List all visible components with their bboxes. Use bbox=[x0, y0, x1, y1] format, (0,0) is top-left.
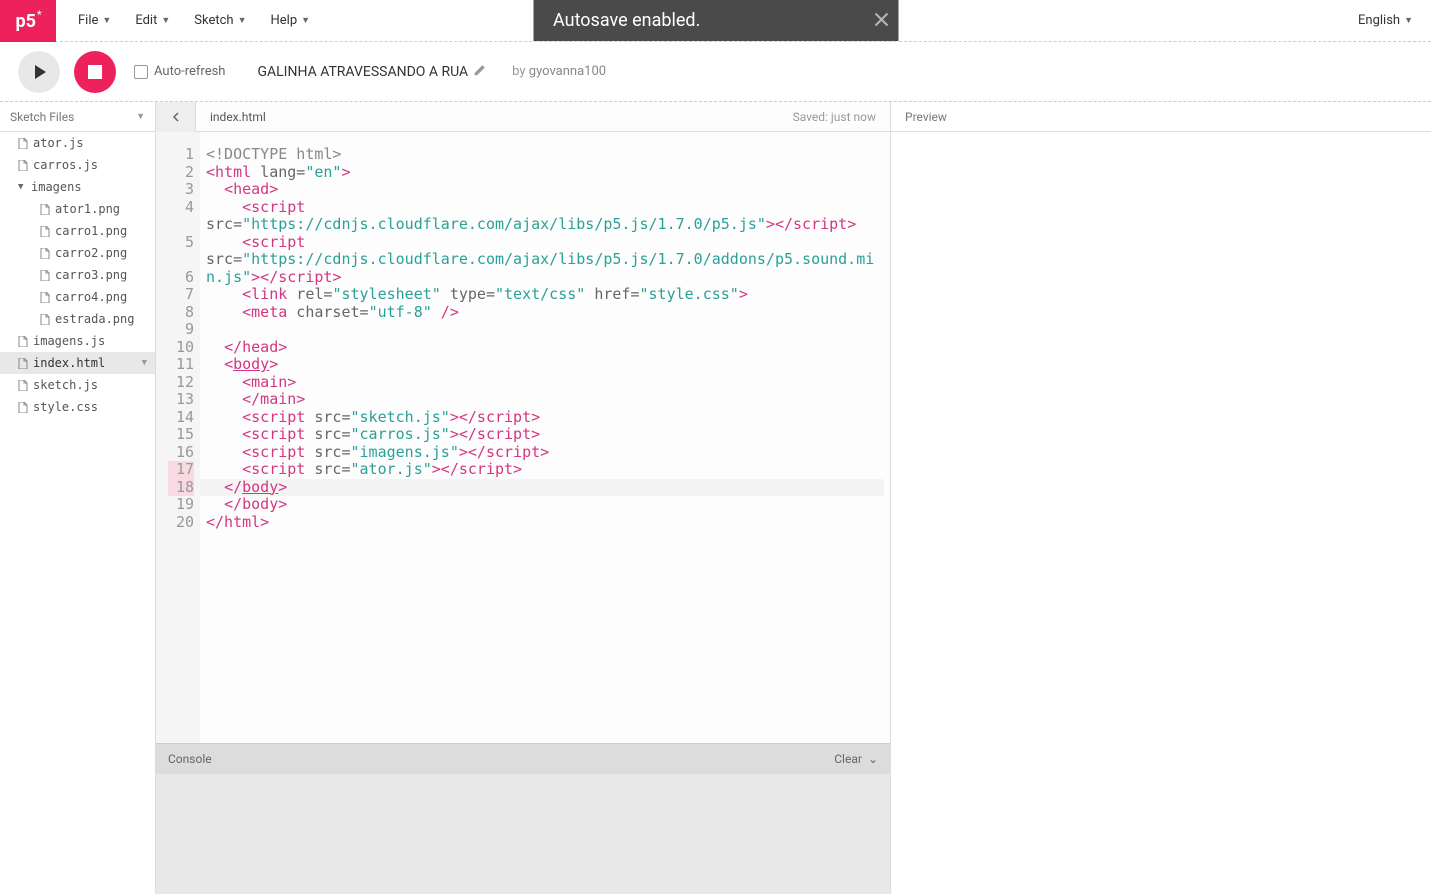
file-name: imagens.js bbox=[33, 334, 105, 348]
menu-items: File▼ Edit▼ Sketch▼ Help▼ bbox=[56, 0, 322, 41]
code-content[interactable]: <!DOCTYPE html><html lang="en"> <head> <… bbox=[200, 132, 890, 743]
p5-logo[interactable]: p5* bbox=[0, 0, 56, 42]
sidebar-header[interactable]: Sketch Files ▼ bbox=[0, 102, 155, 132]
file-name: sketch.js bbox=[33, 378, 98, 392]
caret-down-icon: ▼ bbox=[238, 15, 247, 26]
menu-help[interactable]: Help▼ bbox=[258, 13, 322, 28]
menu-edit[interactable]: Edit▼ bbox=[123, 13, 182, 28]
caret-down-icon[interactable]: ▼ bbox=[136, 111, 145, 122]
chevron-left-icon bbox=[171, 112, 181, 122]
collapse-sidebar-button[interactable] bbox=[156, 102, 196, 132]
file-item[interactable]: carro4.png bbox=[0, 286, 155, 308]
file-name: estrada.png bbox=[55, 312, 134, 326]
file-item[interactable]: ator1.png bbox=[0, 198, 155, 220]
checkbox-icon[interactable] bbox=[134, 65, 148, 79]
play-icon bbox=[32, 64, 48, 80]
file-item[interactable]: imagens.js bbox=[0, 330, 155, 352]
console: Console Clear ⌄ bbox=[156, 743, 890, 894]
file-name: carros.js bbox=[33, 158, 98, 172]
edit-name-button[interactable] bbox=[474, 64, 486, 80]
current-file-tab: index.html bbox=[196, 110, 280, 124]
caret-down-icon: ▼ bbox=[161, 15, 170, 26]
caret-down-icon: ▼ bbox=[18, 182, 26, 192]
file-item[interactable]: sketch.js bbox=[0, 374, 155, 396]
sketch-name: GALINHA ATRAVESSANDO A RUA bbox=[257, 64, 486, 80]
author-link[interactable]: gyovanna100 bbox=[529, 64, 606, 79]
file-item[interactable]: carros.js bbox=[0, 154, 155, 176]
preview-panel: Preview bbox=[891, 102, 1431, 894]
file-name: ator1.png bbox=[55, 202, 120, 216]
toolbar: Auto-refresh GALINHA ATRAVESSANDO A RUA … bbox=[0, 42, 1431, 102]
menubar: p5* File▼ Edit▼ Sketch▼ Help▼ English▼ A… bbox=[0, 0, 1431, 42]
sidebar: Sketch Files ▼ ator.jscarros.js▼imagensa… bbox=[0, 102, 156, 894]
file-name: carro2.png bbox=[55, 246, 127, 260]
play-button[interactable] bbox=[18, 51, 60, 93]
caret-down-icon: ▼ bbox=[102, 15, 111, 26]
chevron-down-icon: ⌄ bbox=[868, 752, 878, 766]
file-item[interactable]: carro1.png bbox=[0, 220, 155, 242]
console-body bbox=[156, 774, 890, 894]
save-status: Saved: just now bbox=[793, 110, 890, 124]
file-list: ator.js carros.js ▼ imagens ator1.png carro1.… bbox=[0, 132, 155, 894]
folder-item[interactable]: ▼ imagens bbox=[0, 176, 155, 198]
editor-tab-bar: index.html Saved: just now bbox=[156, 102, 890, 132]
menu-file[interactable]: File▼ bbox=[66, 13, 123, 28]
line-gutter: 1234567891011121314151617181920 bbox=[156, 132, 200, 743]
file-name: carro4.png bbox=[55, 290, 127, 304]
close-icon[interactable] bbox=[874, 10, 888, 31]
file-item[interactable]: carro2.png bbox=[0, 242, 155, 264]
main-area: Sketch Files ▼ ator.jscarros.js▼imagensa… bbox=[0, 102, 1431, 894]
stop-icon bbox=[88, 65, 102, 79]
file-item[interactable]: index.html ▼ bbox=[0, 352, 155, 374]
file-item[interactable]: style.css bbox=[0, 396, 155, 418]
stop-button[interactable] bbox=[74, 51, 116, 93]
code-editor[interactable]: 1234567891011121314151617181920 <!DOCTYP… bbox=[156, 132, 890, 743]
menu-sketch[interactable]: Sketch▼ bbox=[182, 13, 258, 28]
file-name: imagens bbox=[31, 180, 82, 194]
file-name: style.css bbox=[33, 400, 98, 414]
console-header: Console Clear ⌄ bbox=[156, 744, 890, 774]
auto-refresh-toggle[interactable]: Auto-refresh bbox=[134, 64, 225, 79]
file-name: carro3.png bbox=[55, 268, 127, 282]
file-item[interactable]: ator.js bbox=[0, 132, 155, 154]
editor-area: index.html Saved: just now 1234567891011… bbox=[156, 102, 891, 894]
language-selector[interactable]: English▼ bbox=[1340, 0, 1431, 41]
file-name: ator.js bbox=[33, 136, 84, 150]
autosave-toast: Autosave enabled. bbox=[533, 0, 898, 41]
console-clear-button[interactable]: Clear ⌄ bbox=[834, 752, 878, 766]
file-item[interactable]: estrada.png bbox=[0, 308, 155, 330]
caret-down-icon: ▼ bbox=[301, 15, 310, 26]
file-name: carro1.png bbox=[55, 224, 127, 238]
caret-down-icon: ▼ bbox=[1404, 15, 1413, 26]
preview-header: Preview bbox=[891, 102, 1431, 132]
caret-down-icon[interactable]: ▼ bbox=[142, 358, 147, 368]
toast-message: Autosave enabled. bbox=[553, 10, 700, 31]
file-item[interactable]: carro3.png bbox=[0, 264, 155, 286]
author-label: by gyovanna100 bbox=[512, 64, 606, 79]
preview-body bbox=[891, 132, 1431, 894]
pencil-icon bbox=[474, 64, 486, 76]
file-name: index.html bbox=[33, 356, 105, 370]
